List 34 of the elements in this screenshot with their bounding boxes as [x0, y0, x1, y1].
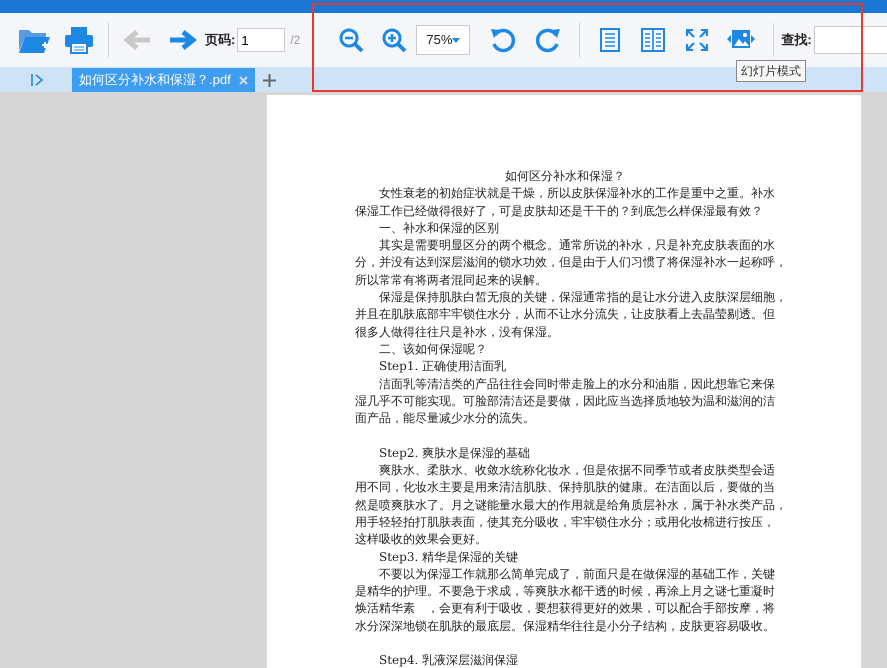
sidebar-toggle-icon[interactable]: [30, 73, 44, 87]
paragraph: 洁面乳等清洁类的产品往往会同时带走脸上的水分和油脂，因此想靠它来保 湿几乎不可能实现。可脸部清洁还是要做，因此应当选择质地较为温和滋润的洁 面产品，能尽量减少水分的流失。: [355, 376, 775, 428]
page-label: 页码:: [205, 31, 236, 50]
zoom-in-icon[interactable]: [381, 27, 408, 53]
add-tab-icon[interactable]: [262, 74, 276, 87]
two-page-icon[interactable]: [641, 28, 666, 52]
rotate-left-icon[interactable]: [490, 27, 516, 53]
dropdown-caret-icon: [452, 38, 460, 42]
forward-arrow-icon[interactable]: [169, 30, 197, 50]
paragraph: 女性衰老的初始症状就是干燥，所以皮肤保湿补水的工作是重中之重。补水 保湿工作已经做得很好了，可是皮肤却还是干干的？到底怎么样保湿最有效？: [355, 185, 775, 220]
paragraph: 二、该如何保湿呢？: [378, 340, 487, 358]
find-label: 查找:: [781, 31, 812, 50]
paragraph: Step4. 乳液深层滋润保湿: [378, 652, 518, 668]
zoom-out-icon[interactable]: [338, 27, 364, 53]
single-page-icon[interactable]: [600, 28, 620, 52]
printer-icon[interactable]: [64, 26, 94, 54]
paragraph: Step1. 正确使用洁面乳: [378, 358, 506, 376]
rotate-right-icon[interactable]: [535, 27, 562, 53]
paragraph: 爽肤水、柔肤水、收敛水统称化妆水，但是依据不同季节或者皮肤类型会适 用不同，化妆水主要是用来清洁肌肤、保持肌肤的健康。在洁面以后，要做的当 然是喷爽肤水了。月之谜能量水最大的作用就是给角质层补水，属于补水类产品， 用手轻轻拍打肌肤表面，使其充分吸收，牢牢锁住水分；或用化妆棉进行按压， 这样吸收的效果会更好。: [355, 462, 787, 548]
paragraph: 保湿是保持肌肤白皙无痕的关键，保湿通常指的是让水分进入皮肤深层细胞， 并且在肌肤底部牢牢锁住水分，从而不让水分流失，让皮肤看上去晶莹剔透。但 很多人做得往往只是补水，没有保湿。: [355, 289, 787, 341]
page-total: /2: [290, 32, 300, 49]
zoom-dropdown[interactable]: 75%: [416, 25, 470, 55]
close-icon[interactable]: [238, 76, 248, 84]
paragraph: 一、补水和保湿的区别: [378, 220, 499, 237]
paragraph: Step2. 爽肤水是保湿的基础: [378, 444, 530, 462]
paragraph: 其实是需要明显区分的两个概念。通常所说的补水，只是补充皮肤表面的水 分，并没有达到深层滋润的锁水功效，但是由于人们习惯了将保湿补水一起称呼， 所以常常有将两者混同起来的误解。: [355, 237, 787, 289]
paragraph: 不要以为保湿工作就那么简单完成了，前面只是在做保湿的基础工作，关键 是精华的护理。不要急于求成，等爽肤水都干透的时候，再涂上月之谜七重凝时 焕活精华素 ，会更有利于吸收，要想获得更好的效果，可以配合手部按摩，将 水分深深地锁在肌肤的最底层。保湿精华往往是小分子结构，皮肤更容易吸收。: [355, 566, 775, 635]
tooltip: 幻灯片模式: [736, 60, 806, 82]
page-number-field[interactable]: 1: [237, 28, 286, 52]
fullscreen-icon[interactable]: [686, 29, 708, 51]
find-field[interactable]: [814, 26, 887, 54]
document-title: 如何区分补水和保湿？: [504, 168, 626, 185]
paragraph: Step3. 精华是保湿的关键: [378, 548, 518, 566]
picture-icon[interactable]: [727, 29, 756, 51]
